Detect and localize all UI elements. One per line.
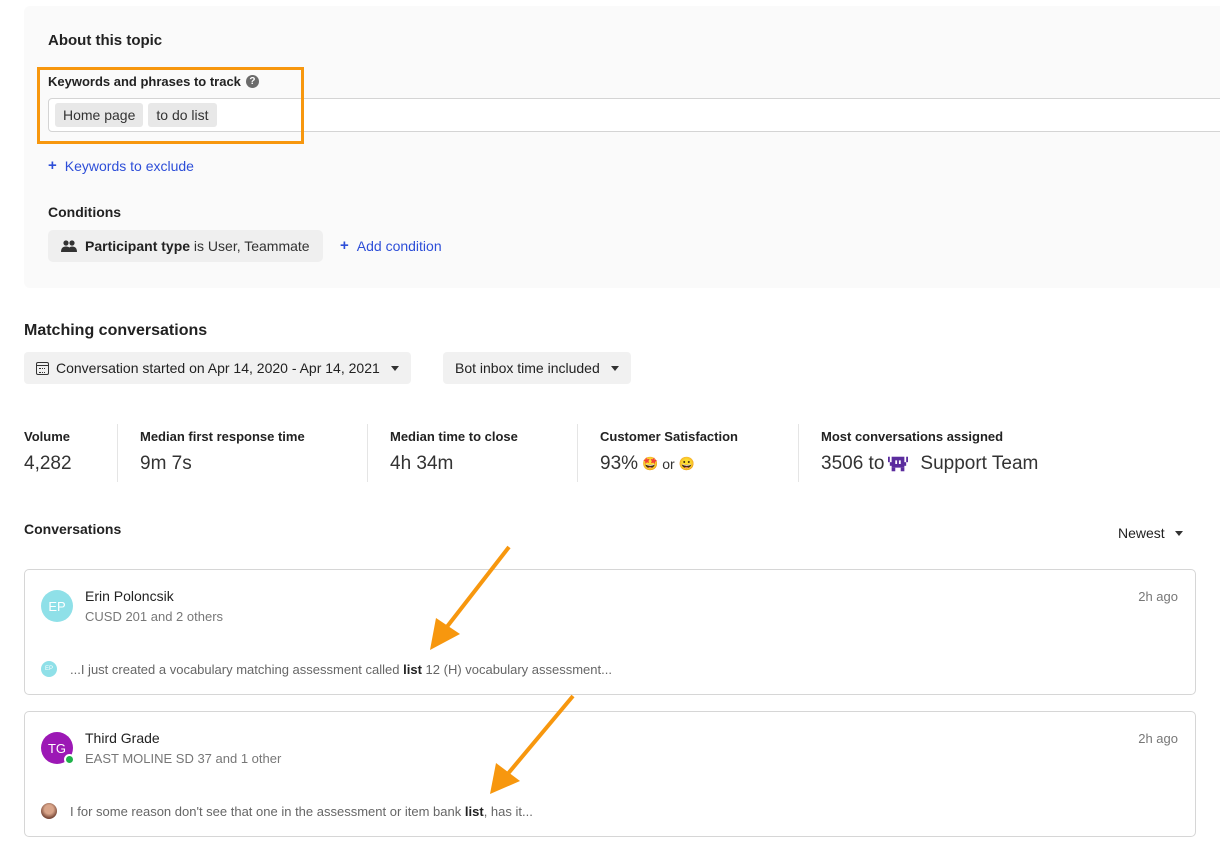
conditions-label: Conditions	[48, 204, 122, 220]
stat-label: Most conversations assigned	[821, 429, 1004, 444]
conversation-name: Erin Poloncsik	[85, 588, 174, 604]
bot-filter-label: Bot inbox time included	[455, 360, 600, 376]
stat-label: Median first response time	[140, 429, 305, 444]
sort-label: Newest	[1118, 525, 1165, 541]
stat-value: 3506 to Support Team	[821, 453, 1038, 475]
mini-avatar: EP	[41, 661, 57, 677]
conversations-title: Conversations	[24, 521, 122, 537]
stat-label: Median time to close	[390, 429, 518, 444]
condition-chip[interactable]: Participant type is User, Teammate	[48, 230, 323, 262]
stat-csat: Customer Satisfaction 93% 🤩 or 😀	[600, 424, 799, 482]
bot-inbox-filter[interactable]: Bot inbox time included	[443, 352, 631, 384]
people-icon	[61, 240, 77, 252]
conversation-card[interactable]: TG Third Grade EAST MOLINE SD 37 and 1 o…	[24, 711, 1196, 837]
snippet-text: , has it...	[483, 803, 533, 819]
stat-first-response: Median first response time 9m 7s	[140, 424, 368, 482]
about-title: About this topic	[48, 32, 163, 49]
exclude-link-label: Keywords to exclude	[64, 157, 194, 174]
csat-value: 93%	[600, 453, 639, 474]
snippet-match: list	[464, 803, 484, 819]
team-name[interactable]: Support Team	[920, 453, 1038, 475]
conversation-company: CUSD 201 and 2 others	[85, 609, 224, 624]
keywords-to-exclude-link[interactable]: + Keywords to exclude	[48, 157, 194, 174]
keywords-label-text: Keywords and phrases to track	[48, 74, 241, 89]
keyword-chip[interactable]: Home page	[55, 103, 144, 127]
chevron-down-icon	[610, 365, 619, 371]
conversation-card[interactable]: EP Erin Poloncsik CUSD 201 and 2 others …	[24, 569, 1196, 695]
calendar-icon	[36, 361, 49, 375]
plus-icon: +	[48, 157, 57, 174]
or-text: or	[662, 456, 675, 472]
chevron-down-icon	[390, 365, 399, 371]
keyword-chip[interactable]: to do list	[148, 103, 217, 127]
condition-value: is User, Teammate	[193, 238, 310, 254]
online-status-dot	[64, 754, 75, 765]
stat-time-to-close: Median time to close 4h 34m	[390, 424, 578, 482]
space-invader-icon	[888, 456, 909, 472]
date-filter-label: Conversation started on Apr 14, 2020 - A…	[56, 360, 380, 376]
matching-conversations-title: Matching conversations	[24, 322, 208, 339]
conversation-time: 2h ago	[1138, 731, 1178, 746]
conversation-name: Third Grade	[85, 730, 160, 746]
snippet-text: 12 (H) vocabulary assessment...	[425, 661, 612, 677]
conversation-time: 2h ago	[1138, 589, 1178, 604]
help-icon[interactable]: ?	[245, 75, 259, 88]
keywords-label: Keywords and phrases to track ?	[48, 74, 259, 89]
about-topic-panel: About this topic Keywords and phrases to…	[24, 6, 1220, 288]
conversation-snippet: EP ...I just created a vocabulary matchi…	[41, 661, 612, 677]
grinning-emoji-icon: 😀	[678, 456, 695, 471]
stat-label: Volume	[24, 429, 70, 444]
plus-icon: +	[340, 237, 349, 254]
stat-value: 9m 7s	[140, 453, 192, 474]
stat-label: Customer Satisfaction	[600, 429, 738, 444]
add-condition-link[interactable]: + Add condition	[340, 237, 442, 254]
stat-most-assigned: Most conversations assigned 3506 to Supp…	[821, 424, 1060, 482]
conversation-snippet: I for some reason don't see that one in …	[41, 803, 533, 819]
avatar: EP	[41, 590, 73, 622]
snippet-match: list	[403, 661, 422, 677]
keywords-input[interactable]: Home page to do list	[48, 98, 1220, 132]
condition-field: Participant type	[85, 238, 191, 254]
assigned-count: 3506 to	[821, 453, 885, 474]
mini-avatar	[41, 803, 57, 819]
stat-value: 93% 🤩 or 😀	[600, 453, 776, 475]
stat-value: 4,282	[24, 453, 72, 474]
date-range-filter[interactable]: Conversation started on Apr 14, 2020 - A…	[24, 352, 411, 384]
snippet-text: I for some reason don't see that one in …	[70, 803, 462, 819]
chevron-down-icon	[1174, 530, 1183, 536]
star-struck-emoji-icon: 🤩	[642, 456, 659, 471]
stats-row: Volume 4,282 Median first response time …	[24, 424, 1082, 482]
add-condition-label: Add condition	[356, 237, 442, 254]
conversation-company: EAST MOLINE SD 37 and 1 other	[85, 751, 282, 766]
snippet-text: ...I just created a vocabulary matching …	[70, 661, 400, 677]
sort-dropdown[interactable]: Newest	[1118, 525, 1183, 541]
stat-volume: Volume 4,282	[24, 424, 118, 482]
stat-value: 4h 34m	[390, 453, 454, 474]
